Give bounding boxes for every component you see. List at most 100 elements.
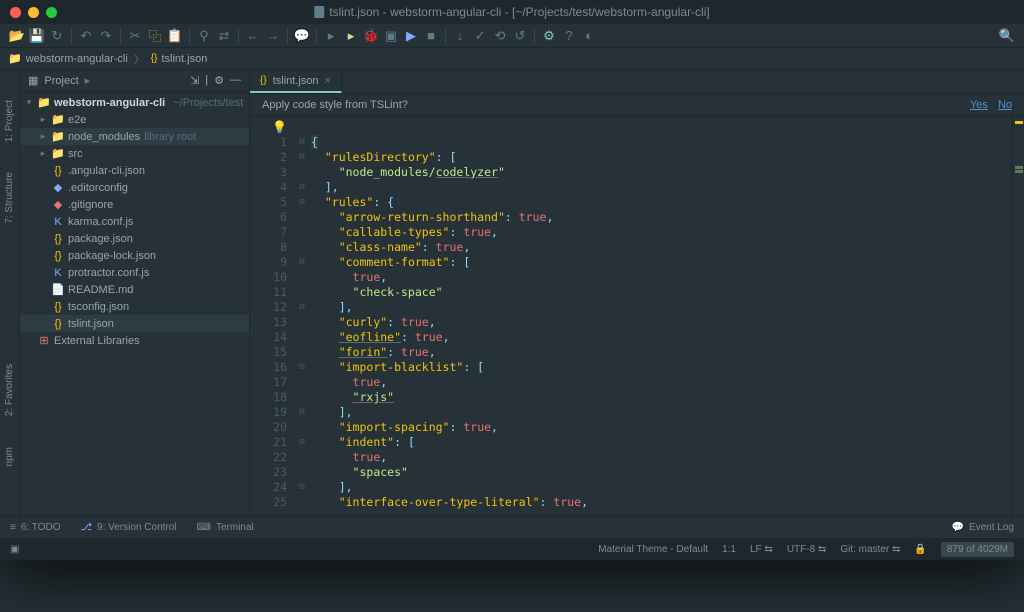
status-menu-icon[interactable]: ▣ <box>10 544 19 555</box>
tool-event-log[interactable]: 💬Event Log <box>952 522 1015 533</box>
status-git[interactable]: Git: master ⇆ <box>840 544 900 555</box>
folder-icon: 📁 <box>52 113 64 126</box>
lib-icon: ⊞ <box>38 334 50 347</box>
project-view-icon[interactable]: ▦ <box>28 74 38 87</box>
json-icon: {} <box>52 165 64 177</box>
paste-icon[interactable]: 📋 <box>166 27 184 45</box>
bottom-tool-bar: ≡6: TODO ⎇9: Version Control ⌨Terminal 💬… <box>0 516 1024 538</box>
tree-row[interactable]: ⊞External Libraries <box>20 332 249 349</box>
notice-no[interactable]: No <box>998 99 1012 111</box>
window-close[interactable] <box>10 7 21 18</box>
tree-row[interactable]: ▸📁e2e <box>20 111 249 128</box>
divider-icon: | <box>205 74 208 87</box>
tool-todo[interactable]: ≡6: TODO <box>10 522 61 533</box>
js-icon: K <box>52 267 64 279</box>
tree-row[interactable]: ◆.editorconfig <box>20 179 249 196</box>
open-icon[interactable]: 📂 <box>8 27 26 45</box>
project-panel-title[interactable]: Project <box>44 75 78 87</box>
status-lock-icon[interactable]: 🔒 <box>914 544 926 555</box>
status-theme[interactable]: Material Theme - Default <box>598 544 708 555</box>
code-editor[interactable]: 💡123456789101112131415161718192021222324… <box>250 116 1024 516</box>
coverage-icon[interactable]: ▣ <box>382 27 400 45</box>
replace-icon[interactable]: ⇄ <box>215 27 233 45</box>
git-icon: ◆ <box>52 198 64 211</box>
help-icon[interactable]: ? <box>560 27 578 45</box>
vcs-update-icon[interactable]: ↓ <box>451 27 469 45</box>
tab-tslint-json[interactable]: {} tslint.json × <box>250 70 342 93</box>
marker-bar[interactable] <box>1012 116 1024 516</box>
notice-yes[interactable]: Yes <box>970 99 988 111</box>
tree-row[interactable]: {}.angular-cli.json <box>20 162 249 179</box>
tree-row[interactable]: {}package-lock.json <box>20 247 249 264</box>
tree-row[interactable]: {}package.json <box>20 230 249 247</box>
json-icon: {} <box>260 75 267 86</box>
find-icon[interactable]: ⚲ <box>195 27 213 45</box>
project-panel-header: ▦ Project ▸ ⇲ | ⚙ — <box>20 70 249 92</box>
tree-row[interactable]: {}tslint.json <box>20 315 249 332</box>
vcs-revert-icon[interactable]: ↺ <box>511 27 529 45</box>
toolbar: 📂 💾 ↻ ↶ ↷ ✂ ⿻ 📋 ⚲ ⇄ ← → 💬 ▸ ▸ 🐞 ▣ ▶ ■ ↓ … <box>0 24 1024 48</box>
editor-tabs: {} tslint.json × <box>250 70 1024 94</box>
project-tree[interactable]: ▾ 📁 webstorm-angular-cli ~/Projects/test… <box>20 92 249 351</box>
vcs-commit-icon[interactable]: ✓ <box>471 27 489 45</box>
copy-icon[interactable]: ⿻ <box>146 27 164 45</box>
rail-structure[interactable]: 7: Structure <box>4 172 15 224</box>
close-icon[interactable]: × <box>325 75 331 87</box>
profile-icon[interactable]: ▶ <box>402 27 420 45</box>
search-everywhere-icon[interactable]: 🔍 <box>998 27 1016 45</box>
rail-npm[interactable]: npm <box>4 447 15 466</box>
window-minimize[interactable] <box>28 7 39 18</box>
json-icon: {} <box>52 318 64 330</box>
redo-icon[interactable]: ↷ <box>97 27 115 45</box>
status-encoding[interactable]: UTF-8 ⇆ <box>787 544 827 555</box>
tree-row[interactable]: Kkarma.conf.js <box>20 213 249 230</box>
save-icon[interactable]: 💾 <box>28 27 46 45</box>
folder-open-icon: 📁 <box>38 96 50 109</box>
status-caret-pos[interactable]: 1:1 <box>722 544 736 555</box>
sync-icon[interactable]: ↻ <box>48 27 66 45</box>
file-icon <box>314 6 324 18</box>
comment-icon[interactable]: 💬 <box>293 27 311 45</box>
run-icon[interactable]: ▸ <box>342 27 360 45</box>
cut-icon[interactable]: ✂ <box>126 27 144 45</box>
json-icon: {} <box>52 233 64 245</box>
tree-row[interactable]: {}tsconfig.json <box>20 298 249 315</box>
tree-root[interactable]: ▾ 📁 webstorm-angular-cli ~/Projects/test <box>20 94 249 111</box>
left-tool-rail: 1: Project 7: Structure 2: Favorites npm <box>0 70 20 516</box>
breadcrumb-bar: 📁 webstorm-angular-cli 〉 {} tslint.json <box>0 48 1024 70</box>
breadcrumb-root[interactable]: 📁 webstorm-angular-cli <box>8 52 128 65</box>
tree-row[interactable]: 📄README.md <box>20 281 249 298</box>
gear-icon[interactable]: ⚙ <box>214 74 224 87</box>
window-zoom[interactable] <box>46 7 57 18</box>
tree-row[interactable]: Kprotractor.conf.js <box>20 264 249 281</box>
project-panel: ▦ Project ▸ ⇲ | ⚙ — ▾ 📁 webstorm-angular… <box>20 70 250 516</box>
intention-bulb-icon[interactable]: 💡 <box>272 120 287 134</box>
json-icon: {} <box>151 53 158 64</box>
rail-favorites[interactable]: 2: Favorites <box>4 364 15 416</box>
status-linesep[interactable]: LF ⇆ <box>750 544 773 555</box>
json-icon: {} <box>52 250 64 262</box>
debug-icon[interactable]: 🐞 <box>362 27 380 45</box>
settings-icon[interactable]: ⚙ <box>540 27 558 45</box>
stop-icon[interactable]: ■ <box>422 27 440 45</box>
tree-row[interactable]: ▸📁node_modules library root <box>20 128 249 145</box>
theme-icon[interactable]: ◐ <box>580 27 598 45</box>
tool-terminal[interactable]: ⌨Terminal <box>197 522 254 533</box>
vcs-history-icon[interactable]: ⟲ <box>491 27 509 45</box>
breadcrumb-file[interactable]: {} tslint.json <box>151 53 208 65</box>
tool-vcs[interactable]: ⎇9: Version Control <box>81 522 177 533</box>
undo-icon[interactable]: ↶ <box>77 27 95 45</box>
folder-icon: 📁 <box>52 130 64 143</box>
forward-icon[interactable]: → <box>264 27 282 45</box>
js-icon: K <box>52 216 64 228</box>
rail-project[interactable]: 1: Project <box>4 100 15 142</box>
status-bar: ▣ Material Theme - Default 1:1 LF ⇆ UTF-… <box>0 538 1024 560</box>
back-icon[interactable]: ← <box>244 27 262 45</box>
tree-row[interactable]: ▸📁src <box>20 145 249 162</box>
tree-row[interactable]: ◆.gitignore <box>20 196 249 213</box>
folder-icon: 📁 <box>8 52 22 65</box>
collapse-icon[interactable]: ⇲ <box>190 74 199 87</box>
hide-icon[interactable]: — <box>230 74 241 87</box>
status-memory[interactable]: 879 of 4029M <box>941 542 1014 557</box>
build-icon[interactable]: ▸ <box>322 27 340 45</box>
